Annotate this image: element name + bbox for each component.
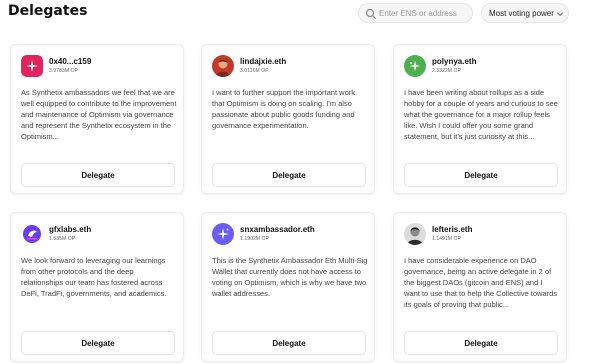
- avatar: [212, 223, 234, 245]
- avatar: [212, 55, 234, 77]
- delegate-card: polynya.eth 2.3322M OP I have been writi…: [393, 44, 567, 194]
- delegate-card: lefteris.eth 1.1491M OP I have considera…: [393, 212, 567, 362]
- voting-power: 1.1491M OP: [432, 236, 462, 242]
- delegate-bio: This is the Synthetix Ambassador Eth Mul…: [212, 256, 368, 298]
- delegate-button[interactable]: Delegate: [212, 163, 366, 187]
- delegate-name[interactable]: snxambassador.eth: [240, 225, 315, 234]
- gfx-logo-icon: [21, 223, 43, 245]
- sparkle-avatar-icon: [212, 223, 234, 245]
- voting-power: 2.3322M OP: [432, 68, 462, 74]
- delegate-bio: We look forward to leveraging our learni…: [21, 256, 167, 298]
- voting-power: 3.0116M OP: [240, 68, 269, 74]
- delegate-button[interactable]: Delegate: [21, 163, 175, 187]
- delegate-card: 0x40...c159 3.9783M OP As Synthetix amba…: [10, 44, 184, 194]
- delegate-card: gfxlabs.eth 1.535M OP We look forward to…: [10, 212, 184, 362]
- delegate-button[interactable]: Delegate: [404, 331, 558, 355]
- page-title: Delegates: [8, 3, 88, 19]
- search-box[interactable]: [358, 3, 473, 23]
- delegate-button[interactable]: Delegate: [212, 331, 366, 355]
- delegate-card: lindajxie.eth 3.0116M OP I want to furth…: [201, 44, 375, 194]
- voting-power: 3.9783M OP: [49, 68, 79, 74]
- delegate-name[interactable]: lindajxie.eth: [240, 57, 286, 66]
- delegate-name[interactable]: 0x40...c159: [49, 57, 91, 66]
- sparkle-avatar-icon: [21, 55, 43, 77]
- sparkle-avatar-icon: [404, 55, 426, 77]
- voting-power: 1.535M OP: [49, 236, 76, 242]
- avatar: [404, 55, 426, 77]
- sort-dropdown[interactable]: Most voting power: [481, 3, 569, 23]
- search-input[interactable]: [379, 6, 469, 21]
- sort-label: Most voting power: [489, 9, 554, 18]
- avatar: [21, 223, 43, 245]
- delegate-bio: I have considerable experience on DAO go…: [404, 256, 558, 309]
- delegate-bio: I have been writing about rollups as a s…: [404, 88, 558, 141]
- delegate-bio: I want to further support the important …: [212, 88, 355, 130]
- delegate-button[interactable]: Delegate: [21, 331, 175, 355]
- avatar: [404, 223, 426, 245]
- delegate-bio: As Synthetix ambassadors we feel that we…: [21, 88, 177, 141]
- page-header: Delegates Most voting power: [0, 0, 600, 26]
- avatar: [21, 55, 43, 77]
- chevron-down-icon: [557, 12, 563, 16]
- delegate-name[interactable]: lefteris.eth: [432, 225, 472, 234]
- delegate-card: snxambassador.eth 1.1902M OP This is the…: [201, 212, 375, 362]
- delegate-name[interactable]: gfxlabs.eth: [49, 225, 91, 234]
- delegate-button[interactable]: Delegate: [404, 163, 558, 187]
- voting-power: 1.1902M OP: [240, 236, 270, 242]
- search-icon: [365, 8, 377, 20]
- delegate-name[interactable]: polynya.eth: [432, 57, 476, 66]
- profile-photo-icon: [404, 223, 426, 245]
- profile-photo-icon: [212, 55, 234, 77]
